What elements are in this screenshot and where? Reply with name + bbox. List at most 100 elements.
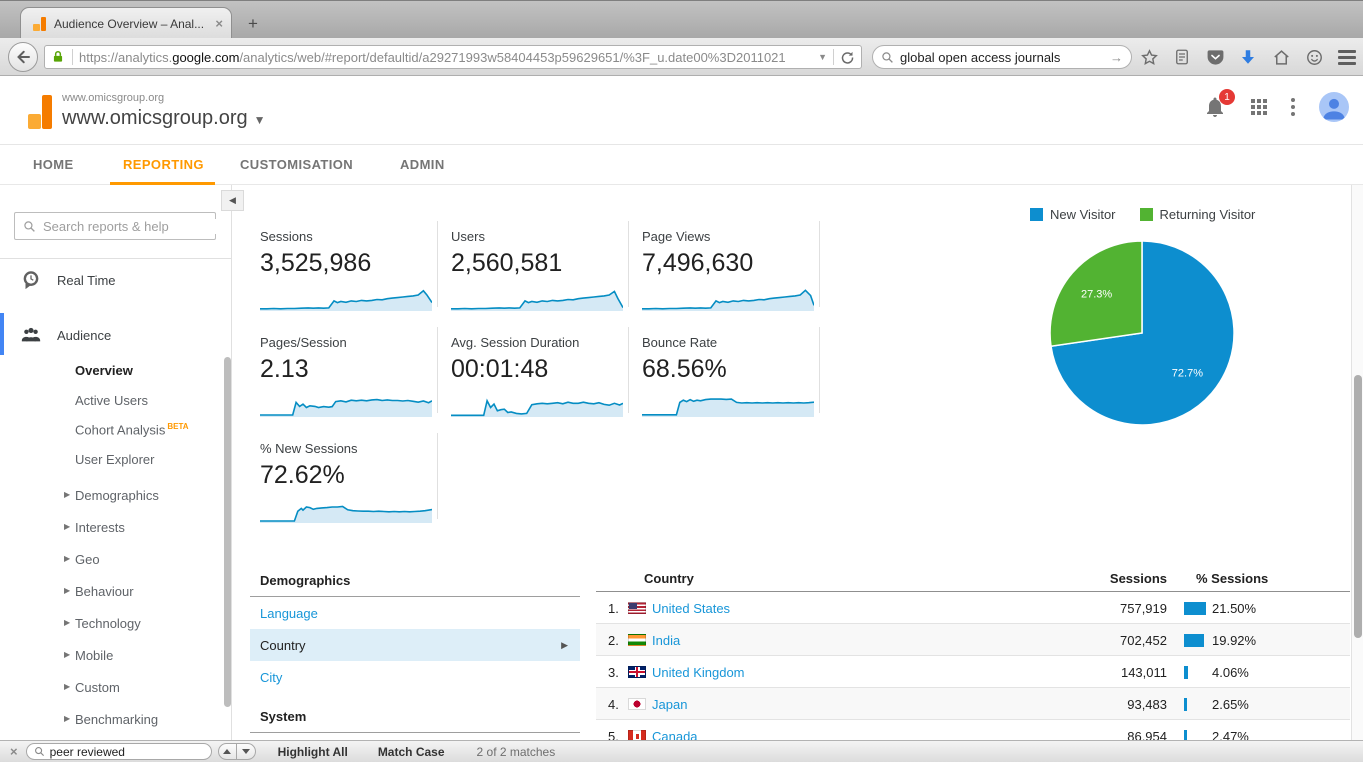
expand-arrow-icon: ▶: [64, 714, 70, 723]
sidebar-item-custom[interactable]: Custom: [75, 680, 120, 695]
header-country[interactable]: Country: [644, 571, 694, 586]
more-options-icon[interactable]: [1291, 98, 1295, 116]
find-previous-button[interactable]: [218, 743, 237, 760]
notification-badge: 1: [1219, 89, 1235, 105]
property-selector[interactable]: www.omicsgroup.org▼: [62, 107, 266, 130]
legend-swatch-green: [1140, 208, 1153, 221]
sidebar-item-technology[interactable]: Technology: [75, 616, 141, 631]
metric-value: 2,560,581: [451, 249, 631, 278]
nav-admin[interactable]: ADMIN: [400, 157, 445, 172]
menu-hamburger-icon[interactable]: [1337, 47, 1357, 67]
tab-close-icon[interactable]: ×: [215, 16, 223, 31]
card-divider: [819, 221, 820, 307]
reading-list-icon[interactable]: [1172, 47, 1192, 67]
search-go-icon[interactable]: →: [1110, 50, 1123, 65]
metric-label: Pages/Session: [260, 329, 440, 350]
sidebar-item-behaviour[interactable]: Behaviour: [75, 584, 134, 599]
pct-value: 19.92%: [1212, 633, 1256, 648]
legend-swatch-blue: [1030, 208, 1043, 221]
country-link[interactable]: United States: [652, 601, 730, 616]
url-text[interactable]: https://analytics.google.com/analytics/w…: [79, 50, 812, 65]
account-name-small: www.omicsgroup.org: [62, 92, 164, 104]
panel-item-language[interactable]: Language: [250, 597, 580, 629]
legend-returning-visitor: Returning Visitor: [1140, 207, 1256, 222]
apps-grid-icon[interactable]: [1251, 99, 1267, 115]
sidebar-search-input[interactable]: [43, 219, 219, 234]
sidebar-item-active-users[interactable]: Active Users: [75, 393, 148, 408]
browser-search-input[interactable]: [900, 50, 1110, 65]
pct-value: 2.47%: [1212, 729, 1249, 740]
header-pct-sessions[interactable]: % Sessions: [1196, 571, 1268, 586]
downloads-icon[interactable]: [1238, 47, 1258, 67]
back-button[interactable]: [8, 42, 38, 72]
sidebar-item-interests[interactable]: Interests: [75, 520, 125, 535]
home-icon[interactable]: [1271, 47, 1291, 67]
nav-home[interactable]: HOME: [33, 157, 74, 172]
url-bar[interactable]: https://analytics.google.com/analytics/w…: [44, 45, 862, 69]
metric-label: Page Views: [642, 223, 822, 244]
flag-us-icon: [628, 602, 646, 614]
panel-item-browser[interactable]: Browser: [250, 733, 580, 740]
visitor-type-pie-chart[interactable]: 72.7%27.3%: [1042, 233, 1242, 433]
sparkline-new-sessions: [260, 495, 432, 523]
browser-tab[interactable]: Audience Overview – Anal... ×: [20, 7, 232, 39]
card-divider: [437, 327, 438, 413]
match-case-button[interactable]: Match Case: [378, 745, 445, 759]
country-link[interactable]: India: [652, 633, 680, 648]
sidebar-item-demographics[interactable]: Demographics: [75, 488, 159, 503]
findbar-close-icon[interactable]: ×: [10, 744, 18, 759]
sidebar-search-box[interactable]: [14, 212, 216, 240]
chevron-up-icon: [223, 749, 231, 754]
findbar-nav-buttons: [218, 743, 256, 760]
notifications-bell-icon[interactable]: 1: [1203, 95, 1227, 119]
url-dropdown-icon[interactable]: ▼: [818, 52, 827, 62]
sidebar-item-overview[interactable]: Overview: [75, 363, 133, 378]
sidebar-item-audience[interactable]: Audience: [0, 317, 231, 353]
sidebar-divider: [0, 258, 231, 259]
pct-value: 2.65%: [1212, 697, 1249, 712]
sidebar-item-cohort-analysis[interactable]: Cohort AnalysisBETA: [75, 422, 189, 437]
find-bar: × Highlight All Match Case 2 of 2 matche…: [0, 740, 1363, 762]
sidebar-scrollbar-thumb[interactable]: [224, 357, 231, 707]
user-avatar[interactable]: [1319, 92, 1349, 122]
new-tab-button[interactable]: +: [240, 11, 266, 37]
sidebar-collapse-button[interactable]: ◀: [221, 190, 244, 211]
sidebar-item-user-explorer[interactable]: User Explorer: [75, 452, 154, 467]
highlight-all-button[interactable]: Highlight All: [278, 745, 348, 759]
find-next-button[interactable]: [237, 743, 256, 760]
page-scrollbar-thumb[interactable]: [1354, 375, 1362, 638]
panel-item-country[interactable]: Country▶: [250, 629, 580, 661]
bookmark-star-icon[interactable]: [1139, 47, 1159, 67]
analytics-header: www.omicsgroup.org www.omicsgroup.org▼ 1: [0, 76, 1363, 145]
nav-reporting[interactable]: REPORTING: [123, 157, 204, 172]
sidebar-item-mobile[interactable]: Mobile: [75, 648, 113, 663]
findbar-field[interactable]: [26, 743, 212, 760]
sessions-value: 757,919: [1047, 601, 1167, 616]
sidebar-item-benchmarking[interactable]: Benchmarking: [75, 712, 158, 727]
sidebar-item-real-time[interactable]: Real Time: [0, 262, 231, 298]
sparkline-pages-session: [260, 389, 432, 417]
sparkline-users: [451, 283, 623, 311]
findbar-input[interactable]: [50, 745, 205, 759]
card-divider: [628, 327, 629, 413]
sidebar-item-geo[interactable]: Geo: [75, 552, 100, 567]
metric-card-users: Users 2,560,581: [451, 223, 631, 333]
row-rank: 1.: [608, 601, 619, 616]
metric-value: 7,496,630: [642, 249, 822, 278]
country-link[interactable]: Japan: [652, 697, 687, 712]
country-link[interactable]: Canada: [652, 729, 698, 740]
page-scrollbar[interactable]: [1351, 185, 1363, 740]
pocket-icon[interactable]: [1205, 47, 1225, 67]
nav-customisation[interactable]: CUSTOMISATION: [240, 157, 353, 172]
hello-smiley-icon[interactable]: [1304, 47, 1324, 67]
header-sessions[interactable]: Sessions: [1047, 571, 1167, 586]
row-rank: 5.: [608, 729, 619, 740]
pie-legend: New Visitor Returning Visitor: [1030, 207, 1255, 222]
reload-icon[interactable]: [840, 50, 855, 65]
sparkline-sessions: [260, 283, 432, 311]
panel-item-city[interactable]: City: [250, 661, 580, 693]
country-link[interactable]: United Kingdom: [652, 665, 745, 680]
metric-card-page-views: Page Views 7,496,630: [642, 223, 822, 333]
browser-search-bar[interactable]: →: [872, 45, 1132, 69]
real-time-icon: [20, 269, 42, 291]
